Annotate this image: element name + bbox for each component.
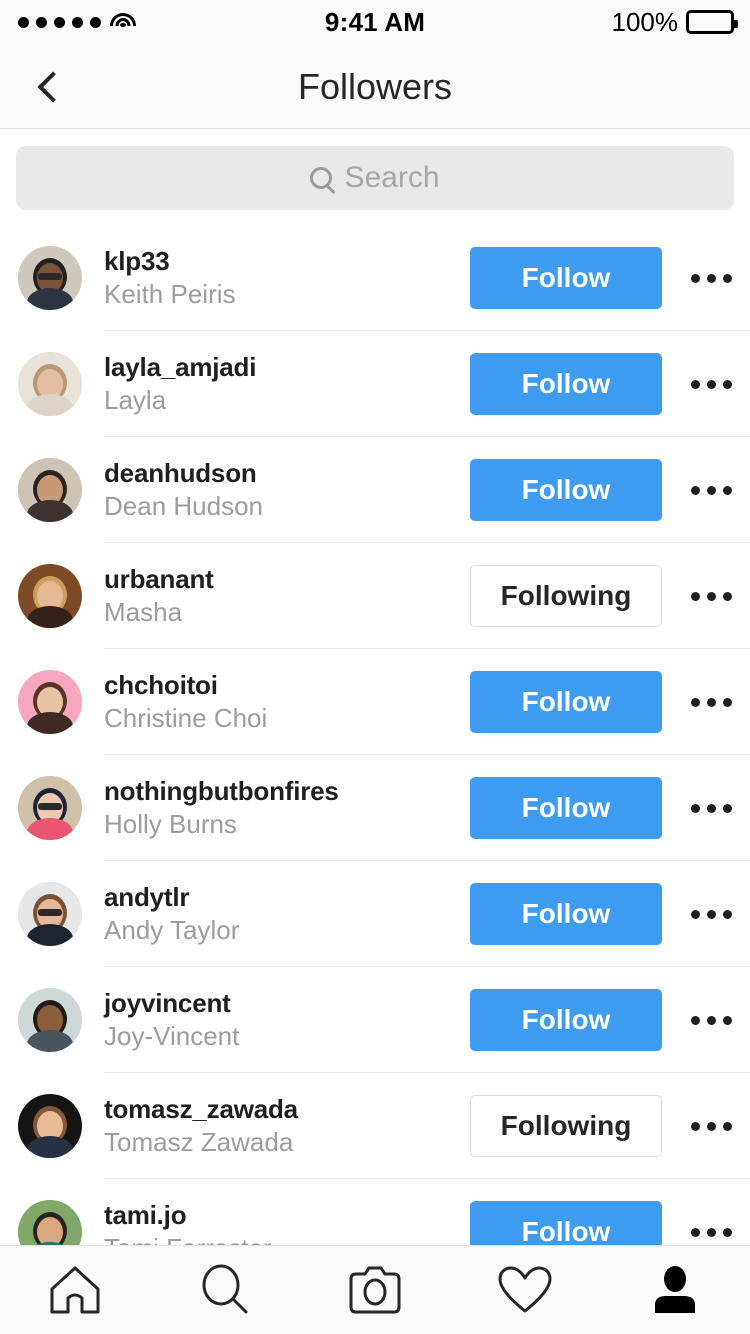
profile-tab[interactable] — [600, 1246, 750, 1334]
follower-username[interactable]: chchoitoi — [104, 669, 470, 701]
home-tab[interactable] — [0, 1246, 150, 1334]
follow-button[interactable]: Follow — [470, 883, 662, 945]
follower-row[interactable]: urbanant Masha Following — [0, 543, 750, 649]
follower-fullname: Layla — [104, 385, 167, 415]
follower-fullname: Keith Peiris — [104, 279, 236, 309]
follow-button[interactable]: Follow — [470, 989, 662, 1051]
follower-username[interactable]: deanhudson — [104, 457, 470, 489]
follower-names: andytlr Andy Taylor — [104, 881, 470, 947]
more-options-icon[interactable] — [672, 437, 750, 543]
tab-bar — [0, 1245, 750, 1334]
follow-button[interactable]: Follow — [470, 353, 662, 415]
follower-names: nothingbutbonfires Holly Burns — [104, 775, 470, 841]
avatar-layla_amjadi[interactable] — [18, 352, 82, 416]
follower-fullname: Andy Taylor — [104, 915, 240, 945]
navigation-bar: Followers — [0, 44, 750, 129]
follow-button[interactable]: Follow — [470, 247, 662, 309]
follow-button[interactable]: Follow — [470, 1201, 662, 1245]
avatar-urbanant[interactable] — [18, 564, 82, 628]
follower-fullname: Dean Hudson — [104, 491, 263, 521]
follower-fullname: Masha — [104, 597, 183, 627]
follower-names: chchoitoi Christine Choi — [104, 669, 470, 735]
battery-icon — [686, 10, 738, 34]
avatar-deanhudson[interactable] — [18, 458, 82, 522]
follower-username[interactable]: klp33 — [104, 245, 470, 277]
person-icon — [655, 1266, 695, 1313]
more-options-icon[interactable] — [672, 967, 750, 1073]
follower-names: layla_amjadi Layla — [104, 351, 470, 417]
search-tab[interactable] — [150, 1246, 300, 1334]
follower-row[interactable]: tomasz_zawada Tomasz Zawada Following — [0, 1073, 750, 1179]
avatar-tami-jo[interactable] — [18, 1200, 82, 1245]
follower-username[interactable]: joyvincent — [104, 987, 470, 1019]
follower-fullname: Joy-Vincent — [104, 1021, 240, 1051]
follower-names: joyvincent Joy-Vincent — [104, 987, 470, 1053]
more-options-icon[interactable] — [672, 861, 750, 967]
follow-button[interactable]: Follow — [470, 671, 662, 733]
follower-row[interactable]: klp33 Keith Peiris Follow — [0, 225, 750, 331]
follower-fullname: Tami Forrester — [104, 1231, 470, 1245]
more-options-icon[interactable] — [672, 755, 750, 861]
camera-tab[interactable] — [300, 1246, 450, 1334]
avatar-nothingbutbonfires[interactable] — [18, 776, 82, 840]
app-screen: 9:41 AM 100% Followers Search klp33 Keith… — [0, 0, 750, 1334]
search-icon — [310, 166, 333, 189]
avatar-andytlr[interactable] — [18, 882, 82, 946]
heart-icon — [498, 1266, 552, 1313]
search-input[interactable]: Search — [16, 145, 734, 210]
more-options-icon[interactable] — [672, 1179, 750, 1245]
more-options-icon[interactable] — [672, 1073, 750, 1179]
following-button[interactable]: Following — [470, 565, 662, 627]
follower-username[interactable]: andytlr — [104, 881, 470, 913]
search-section: Search — [0, 130, 750, 225]
activity-tab[interactable] — [450, 1246, 600, 1334]
search-icon — [202, 1264, 248, 1314]
follower-fullname: Tomasz Zawada — [104, 1127, 294, 1157]
follower-username[interactable]: tami.jo — [104, 1199, 470, 1231]
follower-row[interactable]: joyvincent Joy-Vincent Follow — [0, 967, 750, 1073]
avatar-chchoitoi[interactable] — [18, 670, 82, 734]
more-options-icon[interactable] — [672, 543, 750, 649]
page-title: Followers — [297, 66, 453, 107]
follower-row[interactable]: tami.joTami ForresterFollow — [0, 1179, 750, 1245]
search-placeholder: Search — [344, 160, 440, 194]
follower-row[interactable]: chchoitoi Christine Choi Follow — [0, 649, 750, 755]
avatar-klp33[interactable] — [18, 246, 82, 310]
follower-row[interactable]: nothingbutbonfires Holly Burns Follow — [0, 755, 750, 861]
follower-row[interactable]: andytlr Andy Taylor Follow — [0, 861, 750, 967]
status-bar-right: 100% — [611, 0, 738, 44]
follower-username[interactable]: layla_amjadi — [104, 351, 470, 383]
following-button[interactable]: Following — [470, 1095, 662, 1157]
follower-row[interactable]: layla_amjadi Layla Follow — [0, 331, 750, 437]
follower-row[interactable]: deanhudson Dean Hudson Follow — [0, 437, 750, 543]
follow-button[interactable]: Follow — [470, 777, 662, 839]
followers-list[interactable]: klp33 Keith Peiris Follow layla_amjadi Layla… — [0, 225, 750, 1245]
follower-names: tami.joTami Forrester — [104, 1199, 470, 1245]
camera-icon — [349, 1266, 401, 1314]
more-options-icon[interactable] — [672, 649, 750, 755]
more-options-icon[interactable] — [672, 225, 750, 331]
follower-names: klp33 Keith Peiris — [104, 245, 470, 311]
follower-username[interactable]: nothingbutbonfires — [104, 775, 470, 807]
avatar-tomasz_zawada[interactable] — [18, 1094, 82, 1158]
follower-fullname: Holly Burns — [104, 809, 237, 839]
follower-names: urbanant Masha — [104, 563, 470, 629]
follower-names: deanhudson Dean Hudson — [104, 457, 470, 523]
follow-button[interactable]: Follow — [470, 459, 662, 521]
follower-fullname: Christine Choi — [104, 703, 268, 733]
follower-names: tomasz_zawada Tomasz Zawada — [104, 1093, 470, 1159]
status-bar: 9:41 AM 100% — [0, 0, 750, 44]
follower-username[interactable]: tomasz_zawada — [104, 1093, 470, 1125]
battery-percent-label: 100% — [611, 6, 679, 37]
home-icon — [50, 1266, 100, 1314]
more-options-icon[interactable] — [672, 331, 750, 437]
avatar-joyvincent[interactable] — [18, 988, 82, 1052]
follower-username[interactable]: urbanant — [104, 563, 470, 595]
